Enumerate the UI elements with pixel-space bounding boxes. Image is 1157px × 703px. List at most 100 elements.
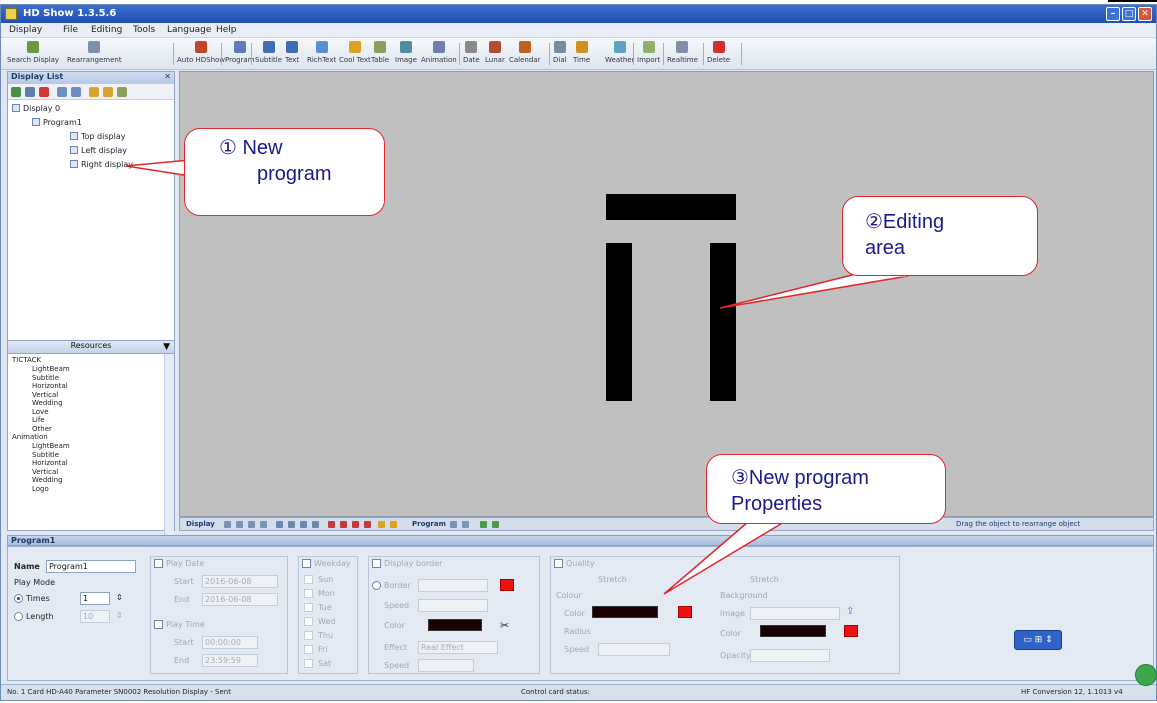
toolbar-button-dial[interactable]: Dial <box>553 40 567 68</box>
border-color-swatch[interactable] <box>500 579 514 591</box>
times-input[interactable]: 1 <box>80 592 110 605</box>
resource-item[interactable]: Vertical <box>32 468 58 476</box>
align-bottom-icon[interactable] <box>312 521 319 528</box>
program-next-icon[interactable] <box>462 521 469 528</box>
toolbar-button-cool-text[interactable]: Cool Text <box>339 40 371 68</box>
toolbar-button-delete[interactable]: Delete <box>707 40 730 68</box>
same-size-icon[interactable] <box>352 521 359 528</box>
toolbar-button-text[interactable]: Text <box>285 40 299 68</box>
border-color-preview[interactable] <box>428 619 482 631</box>
remove-icon[interactable] <box>39 87 49 97</box>
resource-item[interactable]: LightBeam <box>32 442 70 450</box>
move-down-icon[interactable] <box>71 87 81 97</box>
quality-checkbox[interactable] <box>554 559 563 568</box>
menu-editing[interactable]: Editing <box>91 25 122 35</box>
toolbar-button-date[interactable]: Date <box>463 40 480 68</box>
pin-icon[interactable]: ✕ <box>164 72 171 81</box>
menu-file[interactable]: File <box>63 25 78 35</box>
tree-node-area-top[interactable]: Top display <box>70 132 125 141</box>
end-date-input[interactable]: 2016-06-08 <box>202 593 278 606</box>
background-color-swatch[interactable] <box>678 606 692 618</box>
zoom-icon[interactable] <box>378 521 385 528</box>
tree-node-program[interactable]: Program1 <box>32 118 82 127</box>
weekday-checkbox-item[interactable] <box>304 617 313 626</box>
toolbar-button-lunar[interactable]: Lunar <box>485 40 505 68</box>
resource-item[interactable]: Horizontal <box>32 459 68 467</box>
right-display-region[interactable] <box>710 243 736 401</box>
background-color-preview[interactable] <box>592 606 658 618</box>
same-height-icon[interactable] <box>340 521 347 528</box>
image-color-swatch[interactable] <box>844 625 858 637</box>
play-icon[interactable] <box>248 521 255 528</box>
menu-tools[interactable]: Tools <box>133 25 155 35</box>
toolbar-button-rearrangement[interactable]: Rearrangement <box>67 40 122 68</box>
resource-item[interactable]: Love <box>32 408 49 416</box>
first-icon[interactable] <box>224 521 231 528</box>
center-icon[interactable] <box>364 521 371 528</box>
left-display-region[interactable] <box>606 243 632 401</box>
speed-select-3[interactable] <box>598 643 670 656</box>
close-button[interactable]: ✕ <box>1138 7 1152 21</box>
resources-header[interactable]: Resources ▼ <box>8 340 174 354</box>
program-add-icon[interactable] <box>480 521 487 528</box>
times-radio[interactable] <box>14 594 23 603</box>
times-stepper-icon[interactable]: ⇕ <box>116 593 123 602</box>
resource-item[interactable]: Vertical <box>32 391 58 399</box>
weekday-checkbox-item[interactable] <box>304 631 313 640</box>
resource-item[interactable]: Subtitle <box>32 374 59 382</box>
toolbar-button-calendar[interactable]: Calendar <box>509 40 540 68</box>
resource-item[interactable]: Other <box>32 425 52 433</box>
weekday-checkbox-item[interactable] <box>304 575 313 584</box>
resource-group[interactable]: Animation <box>12 433 48 441</box>
menu-language[interactable]: Language <box>167 25 211 35</box>
copy-icon[interactable] <box>25 87 35 97</box>
program-prev-icon[interactable] <box>450 521 457 528</box>
length-input[interactable]: 10 <box>80 610 110 623</box>
align-left-icon[interactable] <box>276 521 283 528</box>
resources-scrollbar[interactable] <box>164 354 174 540</box>
image-color-preview[interactable] <box>760 625 826 637</box>
toolbar-button-subtitle[interactable]: Subtitle <box>255 40 282 68</box>
stop-icon[interactable] <box>260 521 267 528</box>
tree-node-area-right[interactable]: Right display <box>70 160 133 169</box>
toolbar-button-table[interactable]: Table <box>371 40 389 68</box>
minimize-button[interactable]: – <box>1106 7 1120 21</box>
align-top-icon[interactable] <box>300 521 307 528</box>
maximize-button[interactable]: □ <box>1122 7 1136 21</box>
weekday-checkbox-item[interactable] <box>304 659 313 668</box>
image-path-input[interactable] <box>750 607 840 620</box>
speed-select-2[interactable] <box>418 659 474 672</box>
effect-select[interactable]: Real Effect <box>418 641 498 654</box>
display-border-checkbox[interactable] <box>372 559 381 568</box>
tree-node-display[interactable]: Display 0 <box>12 104 60 113</box>
weekday-checkbox-item[interactable] <box>304 603 313 612</box>
fit-icon[interactable] <box>390 521 397 528</box>
weekday-checkbox[interactable] <box>302 559 311 568</box>
time-end-input[interactable]: 23:59:59 <box>202 654 258 667</box>
menu-display[interactable]: Display <box>9 25 42 35</box>
chevron-down-icon[interactable]: ▼ <box>163 342 170 352</box>
browse-icon[interactable]: ⇪ <box>846 606 854 617</box>
cut-icon[interactable] <box>89 87 99 97</box>
align-right-icon[interactable] <box>288 521 295 528</box>
play-time-checkbox[interactable] <box>154 620 163 629</box>
toolbar-button-auto-hdshow[interactable]: Auto HDShow <box>177 40 225 68</box>
menu-help[interactable]: Help <box>216 25 237 35</box>
time-start-input[interactable]: 00:00:00 <box>202 636 258 649</box>
toolbar-button-richtext[interactable]: RichText <box>307 40 336 68</box>
resource-group[interactable]: TICTACK <box>12 356 41 364</box>
length-radio[interactable] <box>14 612 23 621</box>
start-date-input[interactable]: 2016-06-08 <box>202 575 278 588</box>
resource-item[interactable]: LightBeam <box>32 365 70 373</box>
weekday-checkbox-item[interactable] <box>304 589 313 598</box>
top-display-region[interactable] <box>606 194 736 220</box>
program-copy-icon[interactable] <box>492 521 499 528</box>
length-stepper-icon[interactable]: ⇕ <box>116 611 123 620</box>
weekday-checkbox-item[interactable] <box>304 645 313 654</box>
resource-item[interactable]: Life <box>32 416 45 424</box>
toolbar-button-time[interactable]: Time <box>573 40 590 68</box>
toolbar-button-realtime[interactable]: Realtime <box>667 40 698 68</box>
toolbar-button-weather[interactable]: Weather <box>605 40 634 68</box>
speed-select[interactable] <box>418 599 488 612</box>
prev-icon[interactable] <box>236 521 243 528</box>
